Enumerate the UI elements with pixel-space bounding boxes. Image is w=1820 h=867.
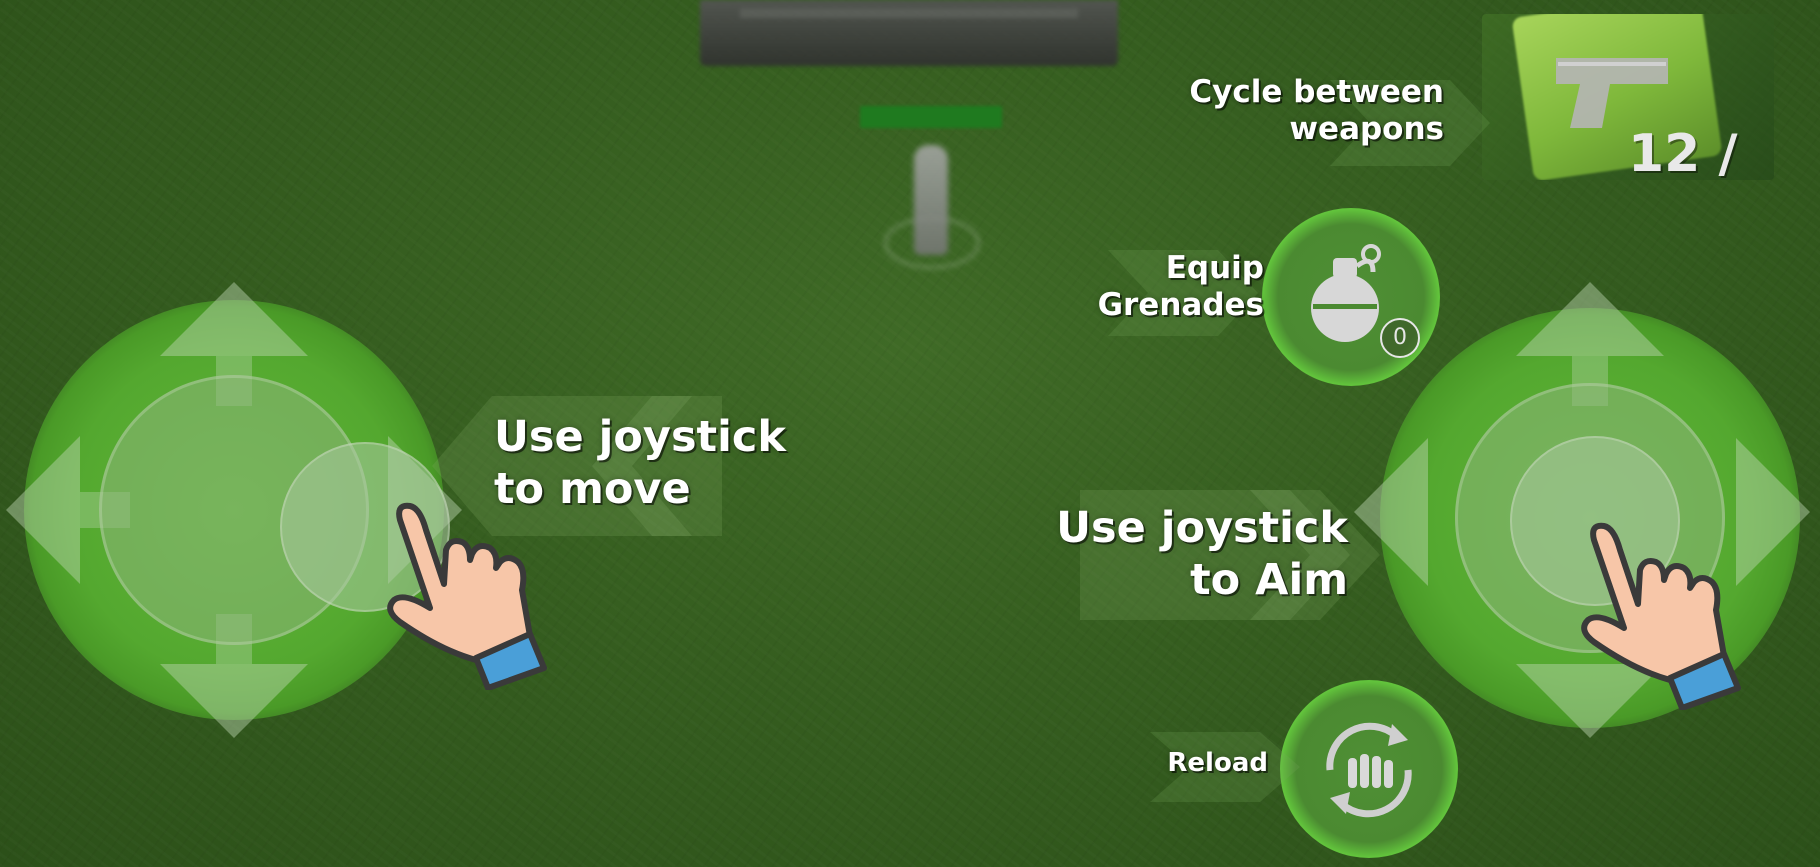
reload-ammo-icon bbox=[1326, 722, 1412, 818]
reload-button[interactable] bbox=[1280, 680, 1458, 858]
grenade-hint-label: Equip Grenades bbox=[1097, 250, 1264, 324]
enemy-body bbox=[914, 145, 948, 255]
ammo-counter: 12 / bbox=[1628, 124, 1738, 184]
weapons-hint-label: Cycle between weapons bbox=[1189, 74, 1444, 148]
aim-joystick-up-arrow bbox=[1516, 282, 1664, 356]
reload-hint-label: Reload bbox=[1167, 748, 1268, 778]
grenade-count-badge: 0 bbox=[1380, 318, 1420, 358]
structure-top bbox=[700, 0, 1118, 66]
joystick-left-arrow bbox=[6, 436, 80, 584]
pointing-hand-icon bbox=[387, 502, 547, 690]
pistol-icon bbox=[1556, 58, 1668, 128]
enemy-character bbox=[880, 135, 980, 275]
aim-hint-label: Use joystick to Aim bbox=[1056, 503, 1348, 605]
grenade-icon bbox=[1311, 244, 1381, 342]
enemy-health-bar bbox=[860, 106, 1002, 128]
pointing-hand-icon bbox=[1581, 522, 1741, 710]
joystick-up-arrow bbox=[160, 282, 308, 356]
joystick-down-arrow bbox=[160, 664, 308, 738]
grenade-button[interactable]: 0 bbox=[1262, 208, 1440, 386]
